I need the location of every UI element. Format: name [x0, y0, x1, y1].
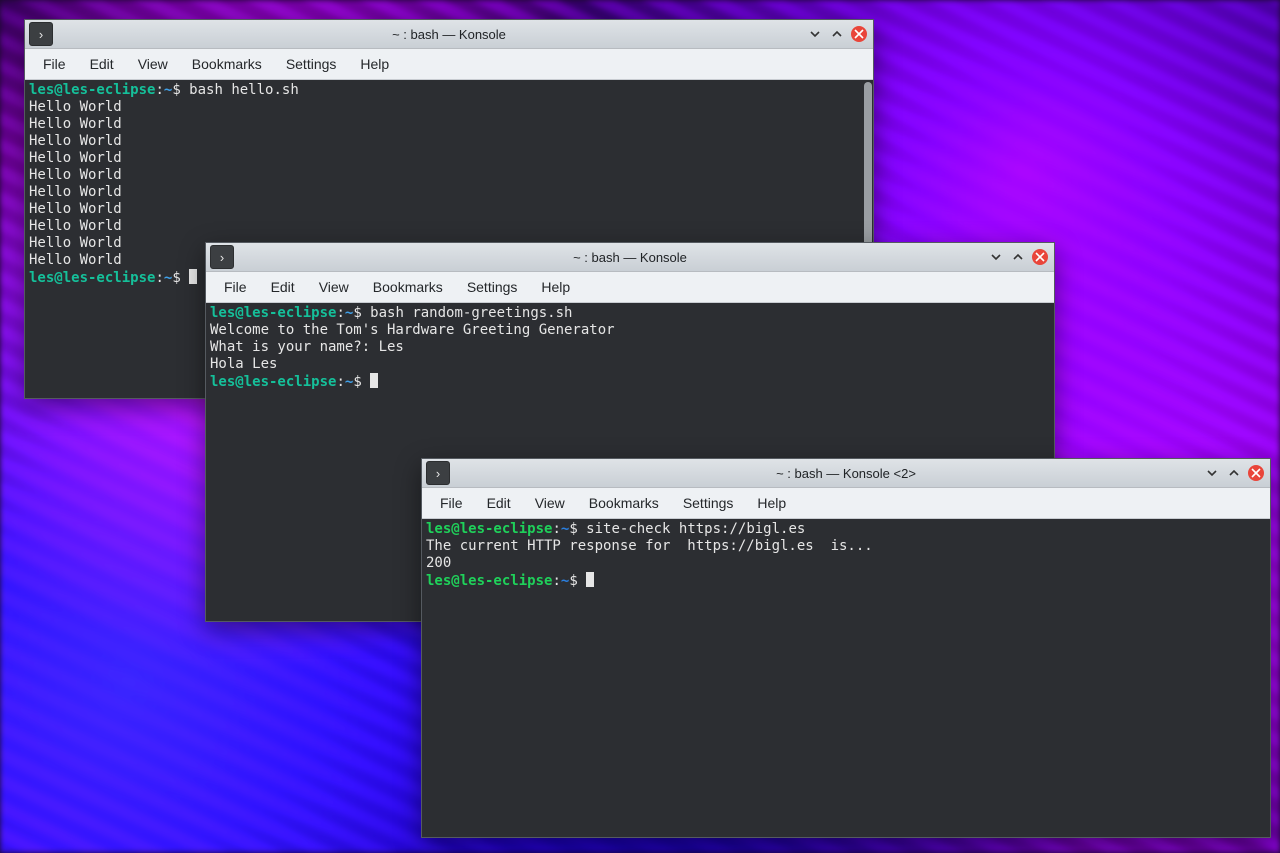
menu-help[interactable]: Help: [529, 275, 582, 299]
menu-help[interactable]: Help: [745, 491, 798, 515]
cursor-icon: [586, 572, 594, 587]
output-line: Hello World: [29, 99, 122, 115]
output-line: Hello World: [29, 167, 122, 183]
menu-edit[interactable]: Edit: [78, 52, 126, 76]
menu-view[interactable]: View: [307, 275, 361, 299]
close-button[interactable]: [1032, 249, 1048, 265]
konsole-window-3: › ~ : bash — Konsole <2> File Edit View …: [421, 458, 1271, 838]
window-title: ~ : bash — Konsole <2>: [776, 466, 916, 481]
prompt-symbol: $: [569, 521, 577, 537]
menu-help[interactable]: Help: [348, 52, 401, 76]
app-icon: ›: [426, 461, 450, 485]
titlebar[interactable]: › ~ : bash — Konsole <2>: [422, 459, 1270, 488]
titlebar[interactable]: › ~ : bash — Konsole: [25, 20, 873, 49]
terminal-area[interactable]: les@les-eclipse:~$ site-check https://bi…: [422, 519, 1270, 837]
cursor-icon: [370, 373, 378, 388]
prompt-userhost: les@les-eclipse: [210, 374, 336, 390]
menu-edit[interactable]: Edit: [259, 275, 307, 299]
output-line: Hello World: [29, 218, 122, 234]
menu-settings[interactable]: Settings: [671, 491, 746, 515]
output-line: Hello World: [29, 201, 122, 217]
menu-bookmarks[interactable]: Bookmarks: [577, 491, 671, 515]
output-line: Hello World: [29, 252, 122, 268]
prompt-userhost: les@les-eclipse: [29, 82, 155, 98]
app-icon: ›: [210, 245, 234, 269]
prompt-symbol: $: [569, 573, 577, 589]
prompt-userhost: les@les-eclipse: [210, 305, 336, 321]
output-line: Welcome to the Tom's Hardware Greeting G…: [210, 322, 615, 338]
output-line: What is your name?: Les: [210, 339, 404, 355]
output-line: The current HTTP response for https://bi…: [426, 538, 873, 554]
command-text: bash random-greetings.sh: [362, 305, 573, 321]
menubar: File Edit View Bookmarks Settings Help: [25, 49, 873, 80]
menu-bookmarks[interactable]: Bookmarks: [361, 275, 455, 299]
minimize-button[interactable]: [1204, 465, 1220, 481]
menu-settings[interactable]: Settings: [455, 275, 530, 299]
prompt-userhost: les@les-eclipse: [426, 521, 552, 537]
menu-edit[interactable]: Edit: [475, 491, 523, 515]
app-icon: ›: [29, 22, 53, 46]
prompt-userhost: les@les-eclipse: [29, 270, 155, 286]
titlebar[interactable]: › ~ : bash — Konsole: [206, 243, 1054, 272]
menu-view[interactable]: View: [126, 52, 180, 76]
output-line: Hello World: [29, 235, 122, 251]
maximize-button[interactable]: [1226, 465, 1242, 481]
output-line: Hello World: [29, 133, 122, 149]
window-title: ~ : bash — Konsole: [392, 27, 506, 42]
output-line: Hello World: [29, 116, 122, 132]
menubar: File Edit View Bookmarks Settings Help: [206, 272, 1054, 303]
close-button[interactable]: [851, 26, 867, 42]
minimize-button[interactable]: [988, 249, 1004, 265]
prompt-symbol: $: [172, 82, 180, 98]
output-line: 200: [426, 555, 451, 571]
menu-bookmarks[interactable]: Bookmarks: [180, 52, 274, 76]
menu-file[interactable]: File: [428, 491, 475, 515]
menu-file[interactable]: File: [212, 275, 259, 299]
maximize-button[interactable]: [1010, 249, 1026, 265]
close-button[interactable]: [1248, 465, 1264, 481]
command-text: site-check https://bigl.es: [578, 521, 806, 537]
output-line: Hola Les: [210, 356, 277, 372]
prompt-symbol: $: [353, 305, 361, 321]
maximize-button[interactable]: [829, 26, 845, 42]
output-line: Hello World: [29, 150, 122, 166]
window-title: ~ : bash — Konsole: [573, 250, 687, 265]
prompt-userhost: les@les-eclipse: [426, 573, 552, 589]
command-text: bash hello.sh: [181, 82, 299, 98]
terminal-output[interactable]: les@les-eclipse:~$ site-check https://bi…: [422, 519, 1270, 837]
menu-file[interactable]: File: [31, 52, 78, 76]
prompt-symbol: $: [353, 374, 361, 390]
minimize-button[interactable]: [807, 26, 823, 42]
cursor-icon: [189, 269, 197, 284]
prompt-symbol: $: [172, 270, 180, 286]
menu-settings[interactable]: Settings: [274, 52, 349, 76]
menubar: File Edit View Bookmarks Settings Help: [422, 488, 1270, 519]
output-line: Hello World: [29, 184, 122, 200]
menu-view[interactable]: View: [523, 491, 577, 515]
